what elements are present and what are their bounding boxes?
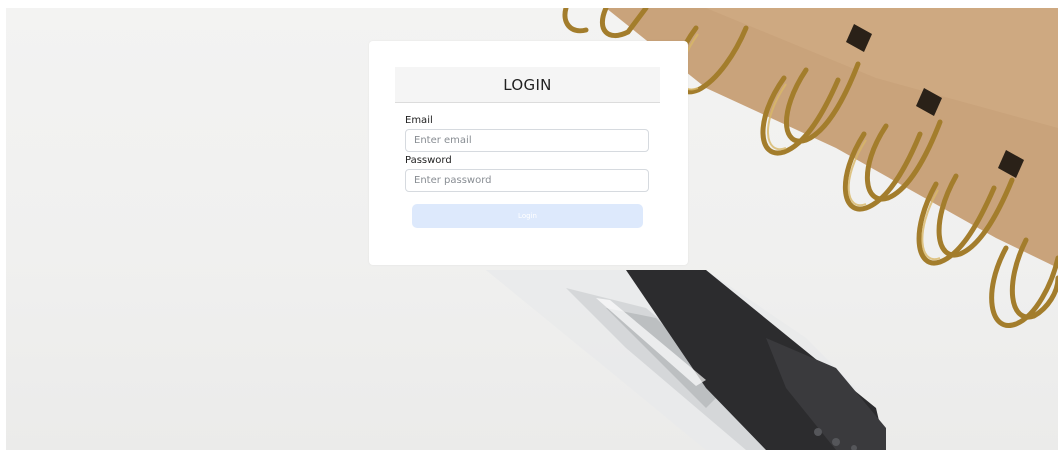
email-label: Email: [405, 115, 433, 126]
password-input[interactable]: [405, 169, 649, 192]
password-label: Password: [405, 155, 452, 166]
login-button[interactable]: Login: [412, 204, 643, 228]
login-card-title: LOGIN: [395, 67, 660, 103]
email-input[interactable]: [405, 129, 649, 152]
login-card: LOGIN Email Password Login: [369, 41, 688, 265]
